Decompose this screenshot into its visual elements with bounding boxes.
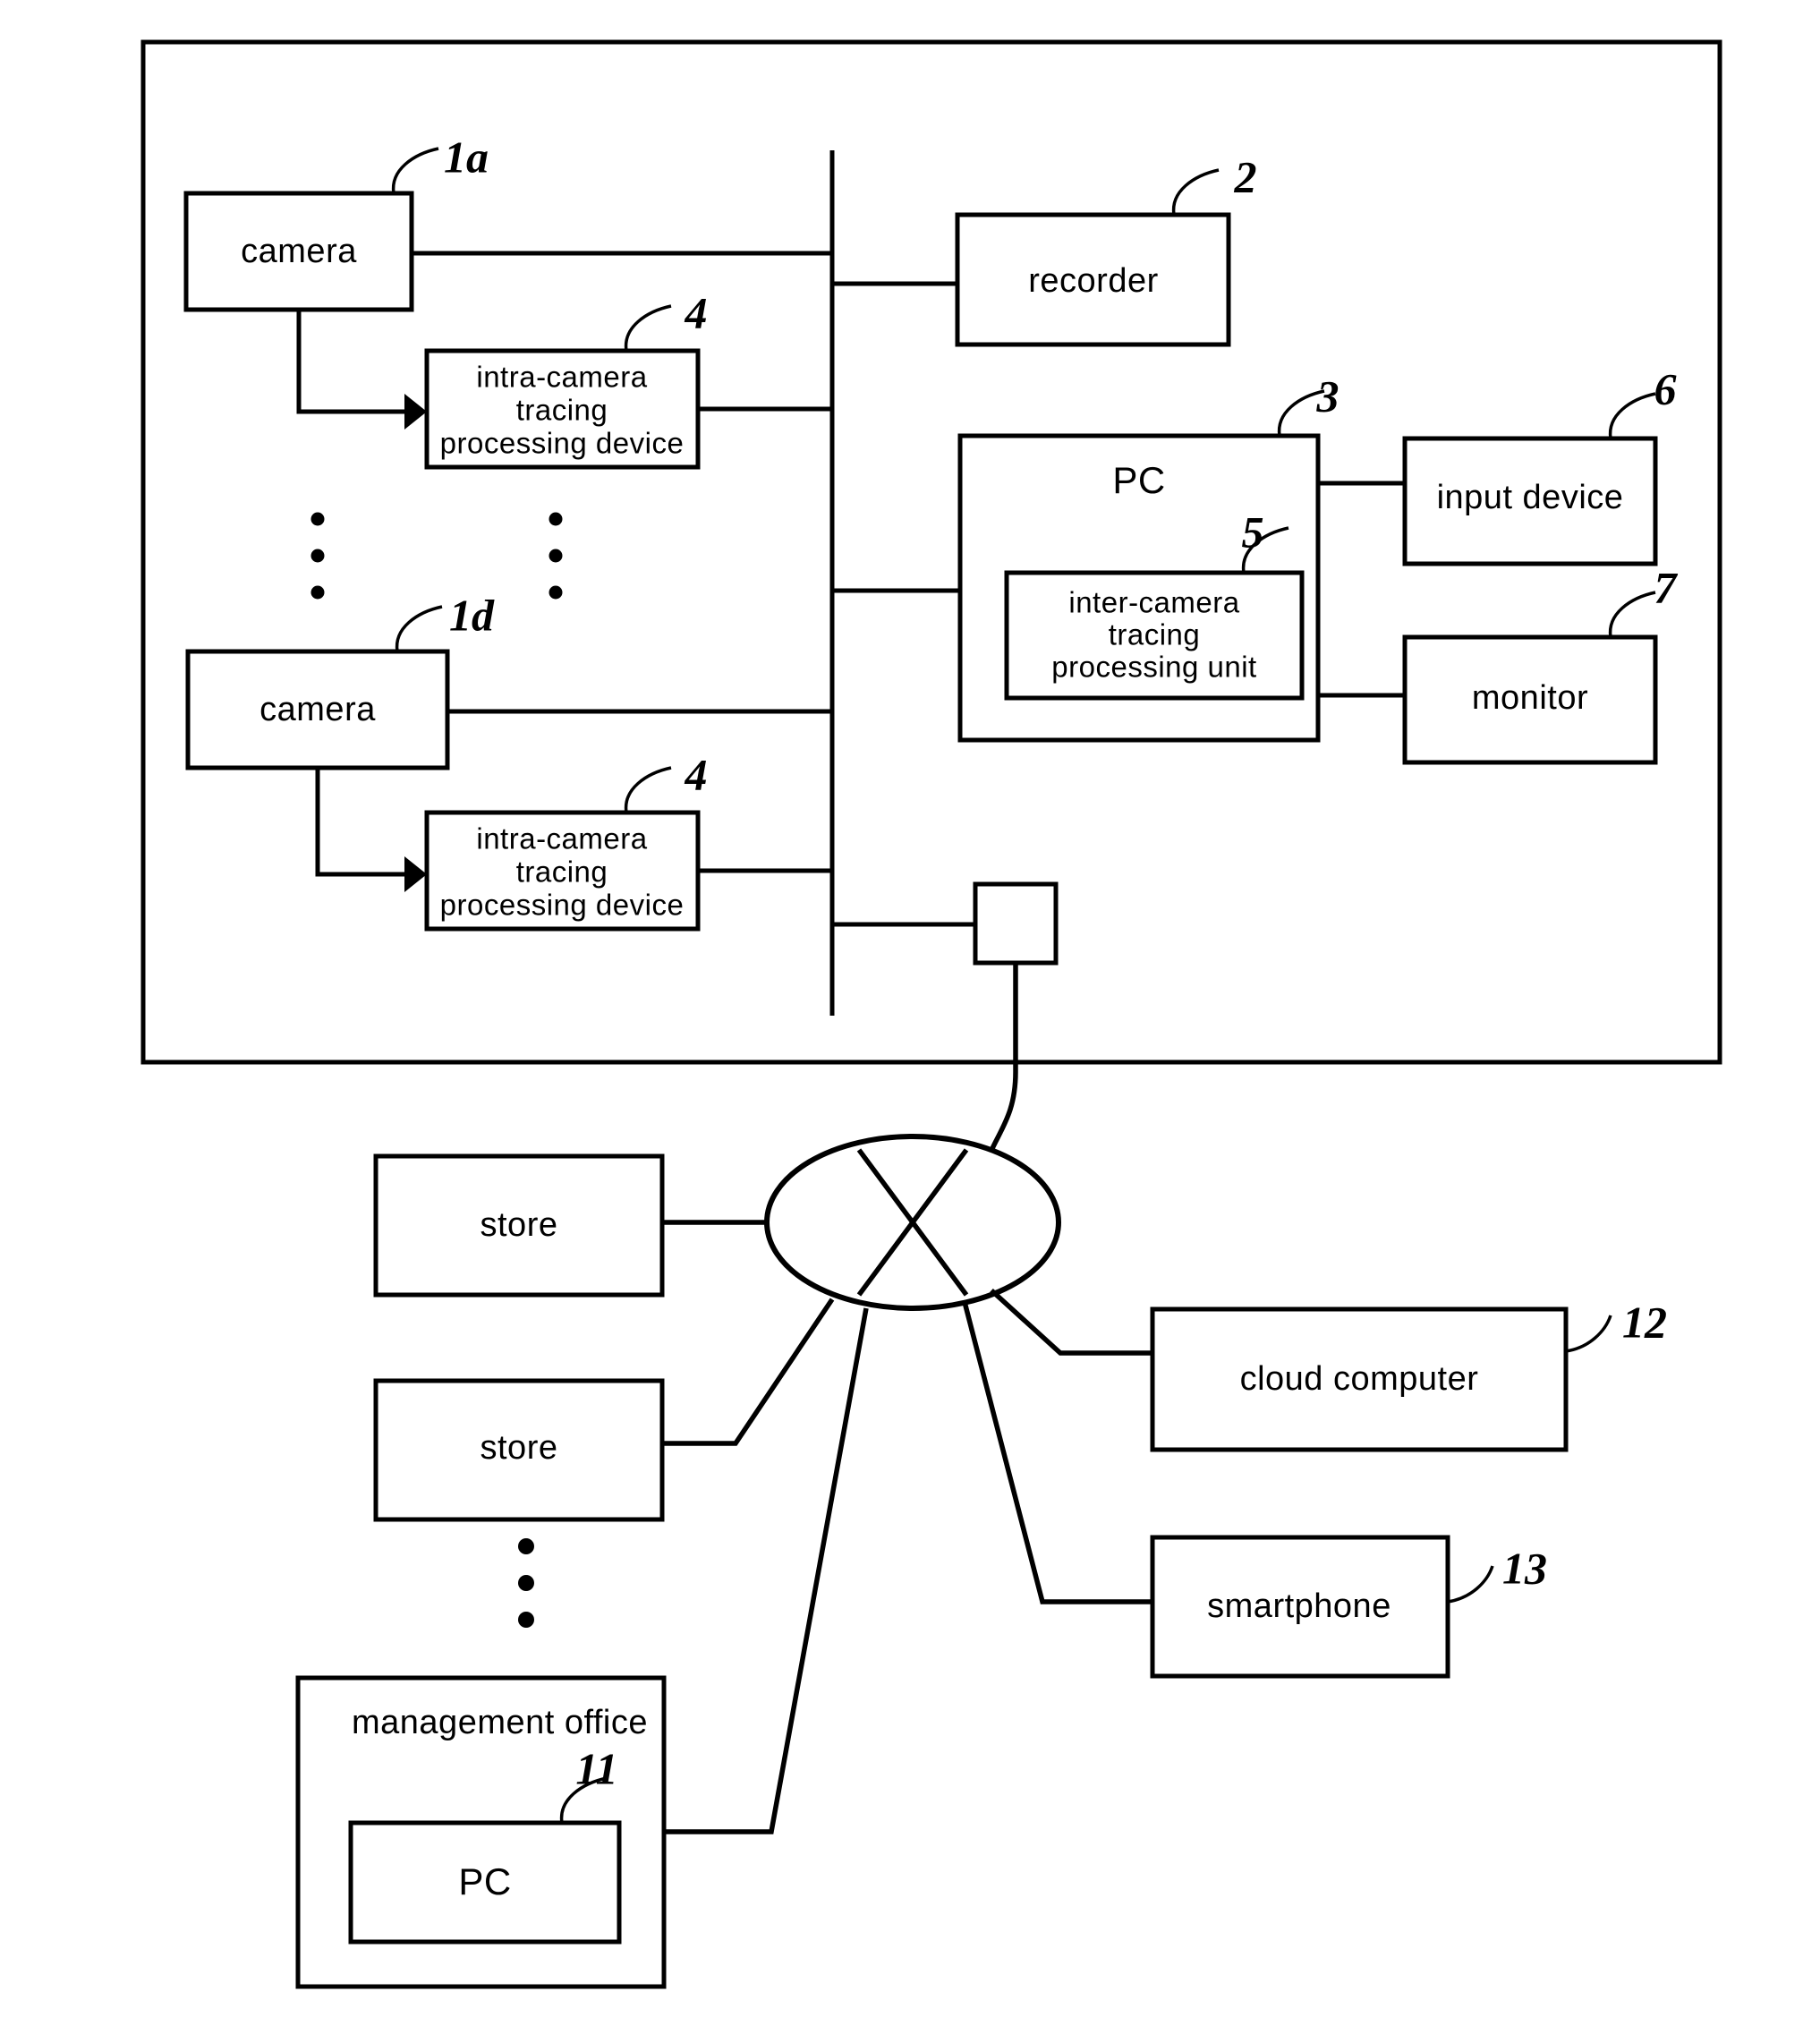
- camera-bottom-label: camera: [259, 691, 376, 728]
- intra-camera-bottom-label-line1: intra-camera: [476, 822, 647, 855]
- camera-bottom-to-intra-arrowhead: [404, 856, 427, 892]
- monitor-label: monitor: [1472, 679, 1588, 717]
- camera-top-to-intra-arrowhead: [404, 394, 427, 430]
- cloud-computer-label: cloud computer: [1240, 1360, 1479, 1398]
- management-office-pc-label: PC: [458, 1860, 511, 1902]
- input-device-refnum: 6: [1654, 363, 1677, 413]
- intra-camera-top-label-line2: tracing: [516, 394, 608, 427]
- intra-camera-column-ellipsis: [549, 512, 563, 600]
- cloud-computer-refnum: 12: [1622, 1297, 1667, 1347]
- figure-canvas: camera 1a intra-camera tracing processin…: [0, 0, 1820, 2034]
- recorder-leader: [1171, 168, 1220, 216]
- monitor-leader: [1608, 591, 1656, 638]
- inter-camera-unit-refnum: 5: [1242, 506, 1264, 557]
- camera-top-leader: [391, 147, 439, 194]
- intra-camera-bottom-refnum: 4: [685, 749, 708, 799]
- inter-camera-unit-label-line3: processing unit: [1051, 651, 1256, 684]
- camera-bottom-refnum: 1d: [449, 590, 495, 640]
- remote-store-2-label: store: [481, 1429, 558, 1467]
- camera-bottom-leader: [395, 605, 443, 652]
- inter-camera-unit-label-line1: inter-camera: [1068, 586, 1239, 619]
- remote-store-ellipsis: [518, 1538, 534, 1628]
- cloud-computer-leader: [1565, 1315, 1612, 1353]
- management-office-label: management office: [352, 1704, 648, 1741]
- smartphone-to-network-line: [962, 1301, 1152, 1604]
- intra-camera-top-label-line3: processing device: [440, 427, 685, 460]
- pc-label: PC: [1112, 459, 1165, 501]
- intra-camera-top-refnum: 4: [685, 287, 708, 337]
- pc-refnum: 3: [1316, 370, 1339, 421]
- camera-column-ellipsis: [310, 512, 325, 600]
- recorder-refnum: 2: [1234, 151, 1257, 201]
- smartphone-leader: [1447, 1565, 1494, 1604]
- inter-camera-unit-label-line2: tracing: [1109, 618, 1201, 651]
- cloud-computer-to-network-line: [990, 1288, 1152, 1356]
- camera-top-refnum: 1a: [444, 132, 489, 182]
- recorder-label: recorder: [1028, 262, 1159, 300]
- camera-top-to-intra-line: [296, 310, 404, 414]
- remote-store-1-label: store: [481, 1206, 558, 1244]
- intra-camera-bottom-label-line2: tracing: [516, 855, 608, 889]
- gateway-to-network-line: [975, 963, 1018, 1157]
- monitor-refnum: 7: [1654, 562, 1679, 612]
- management-office-pc-refnum: 11: [575, 1743, 617, 1793]
- remote-store-2-to-network-line: [662, 1298, 835, 1446]
- camera-bottom-to-intra-line: [315, 768, 404, 877]
- smartphone-refnum: 13: [1502, 1543, 1547, 1593]
- input-device-leader: [1608, 392, 1656, 439]
- intra-camera-bottom-label-line3: processing device: [440, 889, 685, 922]
- intra-camera-bottom-leader: [624, 766, 672, 813]
- smartphone-label: smartphone: [1207, 1587, 1391, 1625]
- management-office-to-network-line: [664, 1307, 869, 1834]
- gateway-node-box[interactable]: [973, 881, 1059, 966]
- intra-camera-top-label-line1: intra-camera: [476, 361, 647, 394]
- input-device-label: input device: [1437, 479, 1624, 516]
- intra-camera-top-leader: [624, 304, 672, 352]
- camera-top-label: camera: [241, 233, 357, 270]
